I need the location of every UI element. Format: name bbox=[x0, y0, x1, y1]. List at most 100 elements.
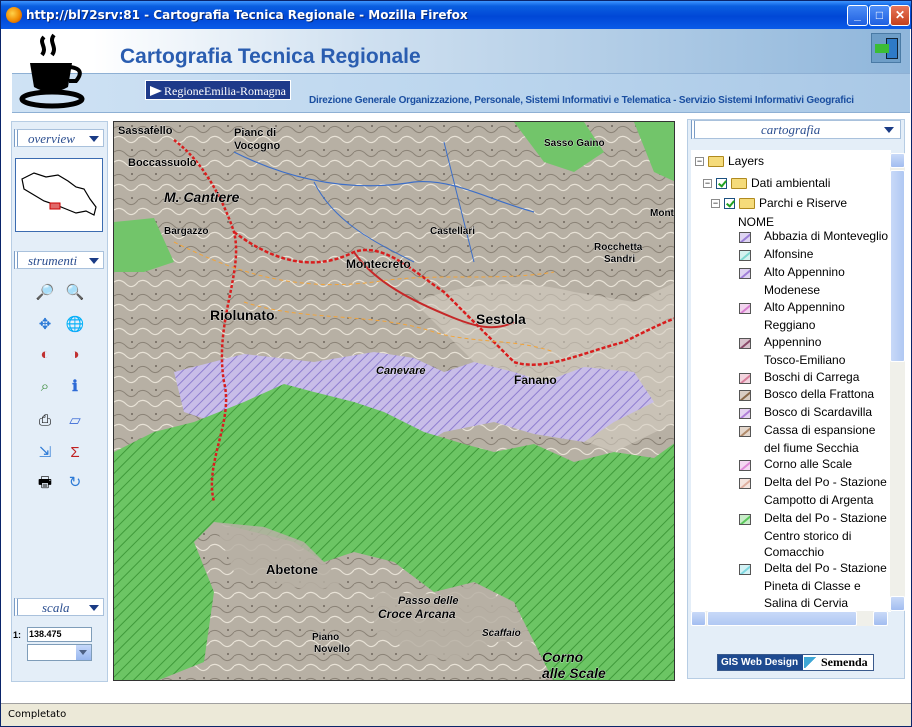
legend-item: Delta del Po - Stazione bbox=[764, 511, 887, 525]
map-label: Novello bbox=[314, 644, 350, 655]
map-label: Canevare bbox=[376, 365, 426, 377]
legend-swatch-icon bbox=[739, 460, 751, 471]
close-button[interactable]: ✕ bbox=[890, 5, 910, 26]
legend-item: Boschi di Carrega bbox=[764, 370, 860, 384]
horizontal-scrollbar[interactable] bbox=[691, 611, 888, 626]
scroll-thumb[interactable] bbox=[890, 170, 905, 362]
scale-select[interactable] bbox=[27, 644, 92, 661]
region-outline-icon bbox=[21, 172, 97, 216]
zoom-in-icon[interactable]: 🔎 bbox=[34, 282, 56, 304]
export-icon[interactable]: ⇲ bbox=[34, 442, 56, 464]
print-setup-icon[interactable]: ⎙ bbox=[34, 410, 56, 432]
legend-item: Appennino bbox=[764, 335, 822, 349]
map-label: Pianc di bbox=[234, 127, 276, 139]
legend-swatch-icon bbox=[739, 408, 751, 419]
gis-web-design-badge[interactable]: GIS Web Design Semenda bbox=[717, 654, 874, 671]
legend-swatch-icon bbox=[739, 564, 751, 575]
tools-header[interactable]: strumenti bbox=[14, 251, 104, 269]
map-label: Scaffaio bbox=[482, 628, 521, 639]
scroll-thumb[interactable] bbox=[707, 611, 857, 626]
legend-item: Cassa di espansione bbox=[764, 423, 876, 437]
map-label: Monte bbox=[650, 208, 675, 219]
legend-swatch-icon bbox=[739, 514, 751, 525]
status-text: Completato bbox=[8, 709, 67, 720]
app-header: Cartografia Tecnica Regionale RegioneEmi… bbox=[2, 29, 910, 115]
refresh-icon[interactable]: ↻ bbox=[64, 472, 86, 494]
scale-input[interactable]: 138.475 bbox=[27, 627, 92, 642]
map-label: Sassafello bbox=[118, 125, 173, 137]
legend-swatch-icon bbox=[739, 268, 751, 279]
layer-checkbox[interactable] bbox=[724, 198, 735, 210]
legend-field-name: NOME bbox=[738, 215, 774, 229]
map-label: Sasso Gaino bbox=[544, 138, 605, 149]
vertical-scrollbar[interactable] bbox=[890, 153, 905, 611]
map-label: Riolunato bbox=[210, 307, 275, 323]
region-logo[interactable]: RegioneEmilia-Romagna bbox=[145, 80, 291, 100]
legend-swatch-icon bbox=[739, 390, 751, 401]
map-label: Sandri bbox=[604, 254, 635, 265]
map-label: Fanano bbox=[514, 373, 557, 387]
print-icon[interactable]: 🖶 bbox=[34, 472, 56, 494]
left-panel: overview strumenti 🔎 🔍 ✥ 🌐 ◐ ◑ ⌕ ℹ ⎙ ▱ ⇲ bbox=[11, 121, 108, 682]
department-subtitle: Direzione Generale Organizzazione, Perso… bbox=[309, 95, 854, 106]
legend-item: Tosco-Emiliano bbox=[764, 353, 846, 367]
legend-swatch-icon bbox=[739, 426, 751, 437]
map-label: Passo delle bbox=[398, 595, 459, 607]
window-title: http://bl72srv:81 - Cartografia Tecnica … bbox=[26, 8, 468, 22]
map-label: Corno bbox=[542, 649, 584, 665]
legend-item: Alfonsine bbox=[764, 247, 814, 261]
pan-icon[interactable]: ✥ bbox=[34, 314, 56, 336]
eraser-icon[interactable]: ▱ bbox=[64, 410, 86, 432]
map-label: Croce Arcana bbox=[378, 607, 456, 621]
overview-header[interactable]: overview bbox=[14, 129, 104, 147]
scroll-down-button[interactable] bbox=[890, 596, 905, 611]
topographic-map[interactable]: Sassafello Pianc di Vocogno Boccassuolo … bbox=[114, 122, 675, 681]
legend-item: Alto Appennino bbox=[764, 300, 845, 314]
scroll-up-button[interactable] bbox=[890, 153, 905, 168]
info-icon[interactable]: ℹ bbox=[64, 376, 86, 398]
layer-checkbox[interactable] bbox=[716, 178, 727, 190]
folder-icon bbox=[731, 178, 747, 190]
legend-swatch-icon bbox=[739, 232, 751, 243]
tree-group[interactable]: − Dati ambientali bbox=[703, 176, 830, 190]
tree-subgroup[interactable]: − Parchi e Riserve bbox=[711, 196, 847, 210]
collapse-icon[interactable]: − bbox=[703, 179, 712, 189]
scroll-right-button[interactable] bbox=[873, 611, 888, 626]
cartography-header[interactable]: cartografia bbox=[691, 120, 901, 139]
app-title: Cartografia Tecnica Regionale bbox=[120, 45, 421, 68]
map-label: Boccassuolo bbox=[128, 157, 197, 169]
chevron-down-icon bbox=[89, 258, 99, 264]
chevron-down-icon bbox=[884, 127, 894, 133]
map-label: Montecreto bbox=[346, 257, 411, 271]
minimize-button[interactable]: _ bbox=[847, 5, 868, 26]
maximize-button[interactable]: □ bbox=[869, 5, 890, 26]
legend-item: Modenese bbox=[764, 283, 821, 297]
exit-button[interactable] bbox=[871, 33, 901, 63]
measure-icon[interactable]: Σ bbox=[64, 442, 86, 464]
map-label: Piano bbox=[312, 632, 339, 643]
map-label: M. Cantiere bbox=[164, 189, 240, 205]
legend-swatch-icon bbox=[739, 250, 751, 261]
previous-extent-icon[interactable]: ◐ bbox=[34, 344, 56, 366]
scroll-left-button[interactable] bbox=[691, 611, 706, 626]
legend-item: Abbazia di Monteveglio bbox=[764, 229, 889, 243]
tree-root[interactable]: − Layers bbox=[695, 154, 764, 168]
legend-item: Bosco della Frattona bbox=[764, 387, 875, 401]
collapse-icon[interactable]: − bbox=[711, 199, 720, 209]
status-bar: Completato bbox=[1, 703, 911, 726]
scale-header[interactable]: scala bbox=[14, 598, 104, 616]
collapse-icon[interactable]: − bbox=[695, 157, 704, 167]
chevron-down-icon bbox=[89, 136, 99, 142]
coffee-logo-icon bbox=[19, 33, 85, 109]
chevron-down-icon[interactable] bbox=[76, 645, 91, 660]
firefox-icon bbox=[6, 7, 22, 23]
legend-item: Corno alle Scale bbox=[764, 457, 853, 471]
semenda-logo-icon bbox=[804, 657, 818, 668]
select-icon[interactable]: ⌕ bbox=[34, 376, 56, 398]
map-view[interactable]: Sassafello Pianc di Vocogno Boccassuolo … bbox=[113, 121, 675, 681]
full-extent-icon[interactable]: 🌐 bbox=[64, 314, 86, 336]
zoom-out-icon[interactable]: 🔍 bbox=[64, 282, 86, 304]
next-extent-icon[interactable]: ◑ bbox=[64, 344, 86, 366]
layers-panel: cartografia − Layers − Dati ambientali − Pa… bbox=[687, 119, 905, 679]
overview-map[interactable] bbox=[15, 158, 103, 232]
